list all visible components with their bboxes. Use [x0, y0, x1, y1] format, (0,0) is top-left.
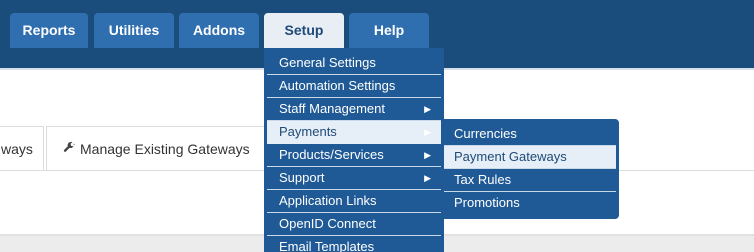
menu-item-application-links[interactable]: Application Links [267, 190, 441, 213]
menu-item-staff-management[interactable]: Staff Management ▶ [267, 98, 441, 121]
submenu-item-payment-gateways[interactable]: Payment Gateways [444, 146, 616, 169]
submenu-item-tax-rules[interactable]: Tax Rules [444, 169, 616, 192]
menu-item-general-settings[interactable]: General Settings [267, 52, 441, 75]
menu-item-email-templates[interactable]: Email Templates [267, 236, 441, 252]
nav-tab-utilities[interactable]: Utilities [94, 13, 174, 48]
content-tab-gateways[interactable]: ways [0, 126, 44, 170]
setup-dropdown-menu: General Settings Automation Settings Sta… [264, 48, 444, 252]
caret-right-icon: ▶ [424, 104, 431, 114]
nav-tab-addons[interactable]: Addons [179, 13, 259, 48]
menu-item-support[interactable]: Support ▶ [267, 167, 441, 190]
menu-item-payments[interactable]: Payments ▶ [267, 121, 441, 144]
content-tab-manage-gateways[interactable]: Manage Existing Gateways [46, 126, 268, 171]
submenu-item-promotions[interactable]: Promotions [444, 192, 616, 215]
submenu-item-currencies[interactable]: Currencies [444, 123, 616, 146]
menu-item-products-services[interactable]: Products/Services ▶ [267, 144, 441, 167]
nav-tab-setup[interactable]: Setup [264, 13, 344, 49]
wrench-icon [63, 128, 76, 172]
caret-right-icon: ▶ [424, 127, 431, 137]
menu-item-openid-connect[interactable]: OpenID Connect [267, 213, 441, 236]
menu-item-automation-settings[interactable]: Automation Settings [267, 75, 441, 98]
payments-submenu: Currencies Payment Gateways Tax Rules Pr… [441, 119, 619, 219]
nav-tab-help[interactable]: Help [349, 13, 429, 48]
content-tab-label: Manage Existing Gateways [80, 141, 250, 157]
caret-right-icon: ▶ [424, 150, 431, 160]
nav-tab-reports[interactable]: Reports [10, 13, 88, 48]
caret-right-icon: ▶ [424, 173, 431, 183]
